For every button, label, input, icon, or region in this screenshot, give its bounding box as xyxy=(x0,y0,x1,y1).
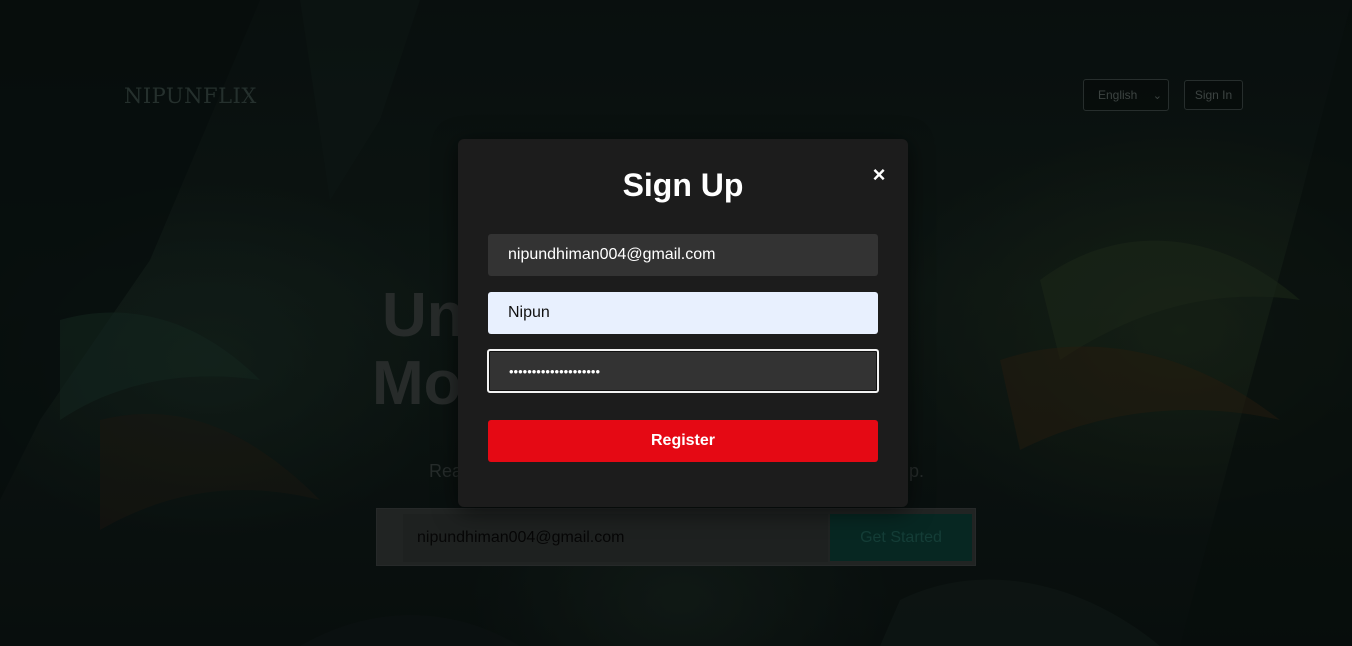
password-field[interactable]: •••••••••••••••••••• xyxy=(487,349,879,393)
page: NIPUNFLIX English ⌄ Sign In Un Mo Rea p.… xyxy=(0,0,1352,646)
email-field[interactable]: nipundhiman004@gmail.com xyxy=(488,234,878,276)
signup-modal: Sign Up × nipundhiman004@gmail.com Nipun… xyxy=(458,139,908,507)
register-button[interactable]: Register xyxy=(488,420,878,462)
close-icon[interactable]: × xyxy=(868,164,890,186)
name-field[interactable]: Nipun xyxy=(488,292,878,334)
modal-title: Sign Up xyxy=(622,167,744,203)
